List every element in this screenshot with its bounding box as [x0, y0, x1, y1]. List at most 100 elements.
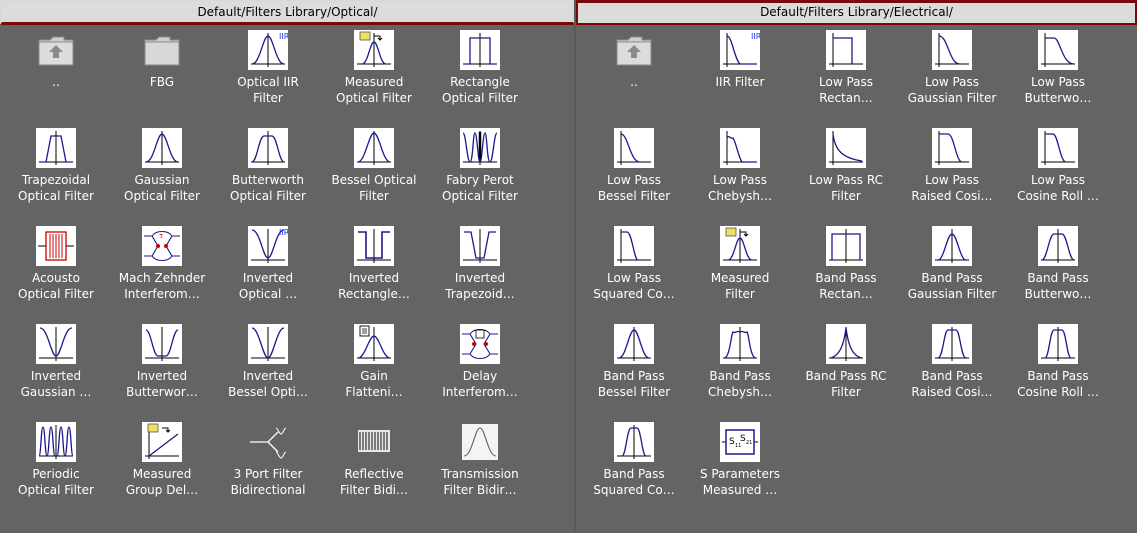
electrical-library-item[interactable]: Low Pass Raised Cosi… [899, 128, 1005, 226]
optical-library-item[interactable]: Trapezoidal Optical Filter [3, 128, 109, 226]
electrical-library-item[interactable]: Band Pass RC Filter [793, 324, 899, 422]
electrical-library-item[interactable]: Band Pass Bessel Filter [581, 324, 687, 422]
optical-library-item[interactable]: Measured Optical Filter [321, 30, 427, 128]
optical-library-item[interactable]: Inverted Trapezoid… [427, 226, 533, 324]
electrical-library-item[interactable]: Low Pass Rectan… [793, 30, 899, 128]
svg-text:τ: τ [159, 232, 163, 240]
optical-library-item[interactable]: Bessel Optical Filter [321, 128, 427, 226]
electrical-library-item[interactable]: Low Pass Cosine Roll … [1005, 128, 1111, 226]
electrical-library-item[interactable]: Measured Filter [687, 226, 793, 324]
item-label: FBG [149, 75, 175, 89]
optical-library-item[interactable]: Reflective Filter Bidi… [321, 422, 427, 520]
inverted-bessel-icon [248, 324, 288, 364]
optical-library-item[interactable]: Rectangle Optical Filter [427, 30, 533, 128]
item-label: Acousto Optical Filter [18, 271, 94, 301]
optical-library-item[interactable]: Inverted Bessel Opti… [215, 324, 321, 422]
optical-library-item[interactable]: τ Mach Zehnder Interferom… [109, 226, 215, 324]
bandpass-rc-icon [826, 324, 866, 364]
bandpass-cosine-rolloff-icon [1038, 324, 1078, 364]
item-label: S Parameters Measured … [699, 467, 781, 497]
electrical-library-item[interactable]: Low Pass RC Filter [793, 128, 899, 226]
item-label: 3 Port Filter Bidirectional [230, 467, 306, 497]
electrical-library-item[interactable]: Band Pass Rectan… [793, 226, 899, 324]
electrical-library-item[interactable]: Band Pass Butterwo… [1005, 226, 1111, 324]
optical-library-item[interactable]: Inverted Rectangle… [321, 226, 427, 324]
optical-library-item[interactable]: Gain Flatteni… [321, 324, 427, 422]
item-label: Band Pass Cosine Roll … [1017, 369, 1099, 399]
electrical-library-item[interactable]: Low Pass Gaussian Filter [899, 30, 1005, 128]
item-label: Band Pass Gaussian Filter [907, 271, 997, 301]
mach-zehnder-icon: τ [142, 226, 182, 266]
gaussian-filter-icon [142, 128, 182, 168]
item-label: Band Pass RC Filter [805, 369, 887, 399]
electrical-library-item[interactable]: Band Pass Cosine Roll … [1005, 324, 1111, 422]
item-label: Low Pass Squared Co… [593, 271, 675, 301]
electrical-library-item[interactable]: IIR IIR Filter [687, 30, 793, 128]
delay-interferometer-icon [460, 324, 500, 364]
item-label: Gain Flatteni… [345, 369, 403, 399]
three-port-filter-icon [248, 422, 288, 462]
optical-library-item[interactable]: FBG [109, 30, 215, 128]
item-label: Inverted Optical … [238, 271, 298, 301]
item-label: Low Pass Butterwo… [1024, 75, 1092, 105]
bandpass-gaussian-icon [932, 226, 972, 266]
electrical-library-item[interactable]: Low Pass Butterwo… [1005, 30, 1111, 128]
item-label: Butterworth Optical Filter [230, 173, 306, 203]
bandpass-butterworth-icon [1038, 226, 1078, 266]
optical-library-item[interactable]: Periodic Optical Filter [3, 422, 109, 520]
electrical-panel-header[interactable]: Default/Filters Library/Electrical/ [576, 0, 1137, 25]
optical-library-item[interactable]: 3 Port Filter Bidirectional [215, 422, 321, 520]
gain-flattening-icon [354, 324, 394, 364]
lowpass-bessel-icon [614, 128, 654, 168]
item-label: Band Pass Squared Co… [593, 467, 675, 497]
optical-library-item[interactable]: Transmission Filter Bidir… [427, 422, 533, 520]
optical-library-item[interactable]: Gaussian Optical Filter [109, 128, 215, 226]
item-label: Band Pass Raised Cosi… [911, 369, 993, 399]
optical-library-item[interactable]: Measured Group Del… [109, 422, 215, 520]
electrical-library-item[interactable]: Low Pass Chebysh… [687, 128, 793, 226]
item-label: Measured Group Del… [125, 467, 199, 497]
electrical-library-item[interactable]: Low Pass Squared Co… [581, 226, 687, 324]
optical-panel-header[interactable]: Default/Filters Library/Optical/ [0, 0, 575, 25]
item-label: Inverted Gaussian … [20, 369, 92, 399]
lowpass-rc-icon [826, 128, 866, 168]
optical-library-item[interactable]: IIR Optical IIR Filter [215, 30, 321, 128]
periodic-filter-icon [36, 422, 76, 462]
electrical-library-item[interactable]: Band Pass Raised Cosi… [899, 324, 1005, 422]
lowpass-cosine-rolloff-icon [1038, 128, 1078, 168]
acousto-optical-icon [36, 226, 76, 266]
item-label: Band Pass Chebysh… [708, 369, 772, 399]
s-parameters-icon: S 11 S 21 [720, 422, 760, 462]
item-label: Band Pass Rectan… [815, 271, 877, 301]
bandpass-squared-cosine-icon [614, 422, 654, 462]
electrical-library-item[interactable]: Band Pass Chebysh… [687, 324, 793, 422]
optical-library-item[interactable]: Delay Interferom… [427, 324, 533, 422]
item-label: Optical IIR Filter [237, 75, 299, 105]
bandpass-raised-cosine-icon [932, 324, 972, 364]
item-label: Low Pass Rectan… [819, 75, 873, 105]
optical-library-item[interactable]: Acousto Optical Filter [3, 226, 109, 324]
optical-library-item[interactable]: Inverted Butterwor… [109, 324, 215, 422]
electrical-component-grid: .. IIR IIR Filter Low Pass Rectan… Low Pass … [576, 25, 1137, 520]
rectangle-filter-icon [460, 30, 500, 70]
electrical-library-item[interactable]: Low Pass Bessel Filter [581, 128, 687, 226]
folder-up-icon [36, 30, 76, 70]
iir-badge: IIR [751, 32, 760, 41]
optical-library-item[interactable]: Inverted Gaussian … [3, 324, 109, 422]
electrical-library-item[interactable]: Band Pass Gaussian Filter [899, 226, 1005, 324]
optical-library-item[interactable]: .. [3, 30, 109, 128]
optical-library-item[interactable]: IIR Inverted Optical … [215, 226, 321, 324]
electrical-library-item[interactable]: Band Pass Squared Co… [581, 422, 687, 520]
lowpass-butterworth-icon [1038, 30, 1078, 70]
measured-group-delay-icon [142, 422, 182, 462]
item-label: Band Pass Butterwo… [1024, 271, 1092, 301]
optical-library-item[interactable]: Fabry Perot Optical Filter [427, 128, 533, 226]
iir-badge: IIR [279, 228, 288, 237]
optical-library-item[interactable]: Butterworth Optical Filter [215, 128, 321, 226]
electrical-library-panel: Default/Filters Library/Electrical/ .. II… [576, 0, 1137, 533]
electrical-library-item[interactable]: S 11 S 21 S Parameters Measured … [687, 422, 793, 520]
item-label: Rectangle Optical Filter [442, 75, 518, 105]
item-label: Transmission Filter Bidir… [441, 467, 519, 497]
electrical-library-item[interactable]: .. [581, 30, 687, 128]
iir-lowpass-icon: IIR [720, 30, 760, 70]
